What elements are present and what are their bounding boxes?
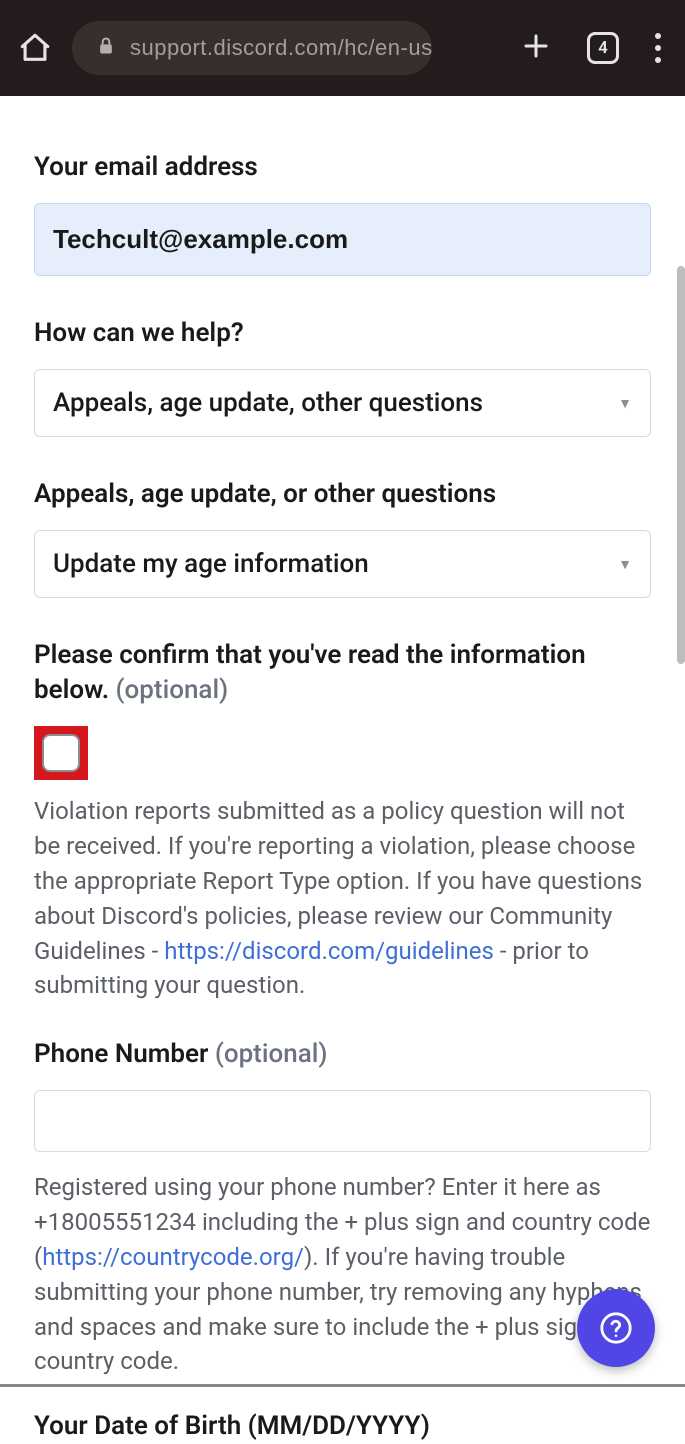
help-label: How can we help? xyxy=(34,316,651,351)
email-field-group: Your email address xyxy=(34,150,651,276)
phone-input[interactable] xyxy=(34,1090,651,1152)
dob-field-group: Your Date of Birth (MM/DD/YYYY) xyxy=(34,1409,651,1444)
tab-switcher[interactable]: 4 xyxy=(587,32,619,64)
checkbox-highlight xyxy=(34,726,88,780)
help-select-value: Appeals, age update, other questions xyxy=(53,388,483,418)
browser-toolbar: support.discord.com/hc/en-us/requ 4 xyxy=(0,0,685,96)
countrycode-link[interactable]: https://countrycode.org/ xyxy=(42,1243,304,1271)
subcategory-label: Appeals, age update, or other questions xyxy=(34,477,651,512)
new-tab-icon[interactable] xyxy=(521,31,551,65)
chevron-down-icon: ▼ xyxy=(618,395,632,412)
phone-field-group: Phone Number (optional) Registered using… xyxy=(34,1037,651,1379)
phone-hint: Registered using your phone number? Ente… xyxy=(34,1170,651,1379)
phone-label: Phone Number (optional) xyxy=(34,1037,651,1072)
chevron-down-icon: ▼ xyxy=(618,556,632,573)
url-text: support.discord.com/hc/en-us/requ xyxy=(130,35,432,61)
lock-icon xyxy=(96,35,116,61)
overflow-menu-icon[interactable] xyxy=(655,33,661,63)
subcategory-field-group: Appeals, age update, or other questions … xyxy=(34,477,651,598)
guidelines-link[interactable]: https://discord.com/guidelines xyxy=(164,937,494,965)
confirm-label: Please confirm that you've read the info… xyxy=(34,638,651,708)
confirm-hint: Violation reports submitted as a policy … xyxy=(34,794,651,1003)
dob-label: Your Date of Birth (MM/DD/YYYY) xyxy=(34,1409,651,1444)
subcategory-select-value: Update my age information xyxy=(53,549,369,579)
home-icon[interactable] xyxy=(18,31,52,65)
subcategory-select[interactable]: Update my age information ▼ xyxy=(34,530,651,598)
page-content: Your email address How can we help? Appe… xyxy=(0,96,685,1444)
confirm-field-group: Please confirm that you've read the info… xyxy=(34,638,651,1003)
email-label: Your email address xyxy=(34,150,651,185)
help-field-group: How can we help? Appeals, age update, ot… xyxy=(34,316,651,437)
url-bar[interactable]: support.discord.com/hc/en-us/requ xyxy=(72,21,432,75)
tab-count-value: 4 xyxy=(598,38,608,58)
help-select[interactable]: Appeals, age update, other questions ▼ xyxy=(34,369,651,437)
help-button[interactable] xyxy=(577,1289,655,1367)
email-input[interactable] xyxy=(34,203,651,276)
confirm-checkbox[interactable] xyxy=(42,734,80,772)
